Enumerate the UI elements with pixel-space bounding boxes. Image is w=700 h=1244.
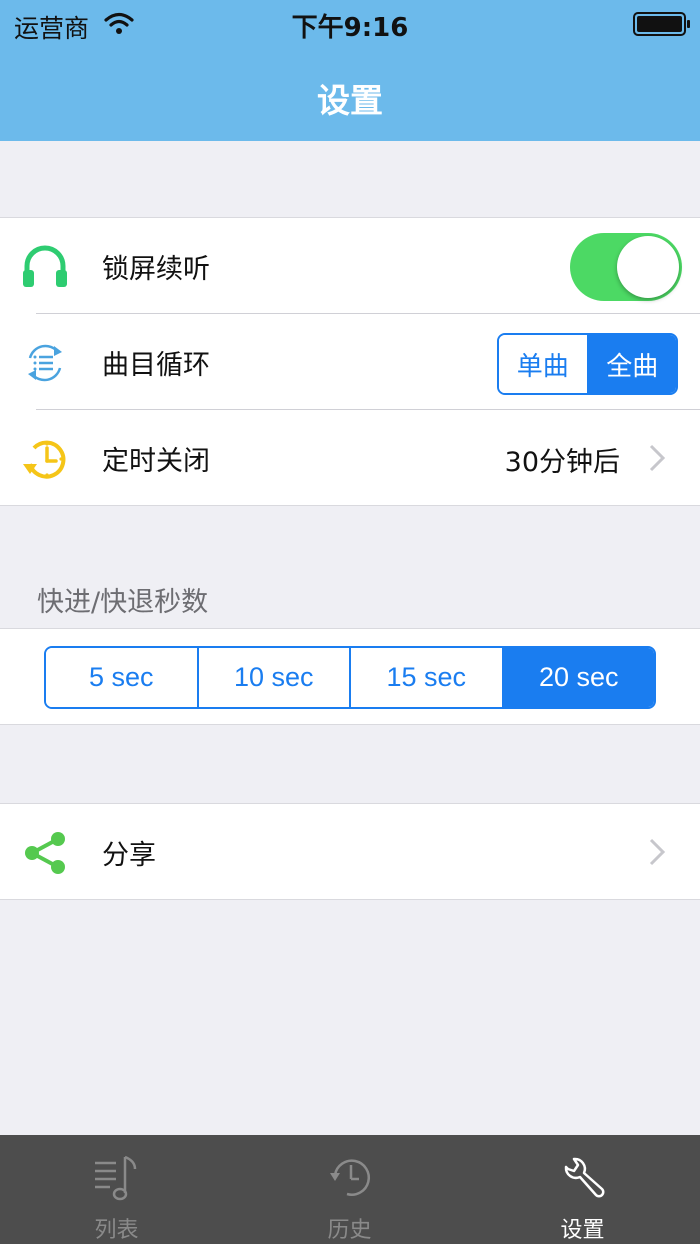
share-label: 分享 bbox=[102, 840, 156, 871]
tab-list[interactable]: 列表 bbox=[0, 1135, 233, 1244]
loop-label: 曲目循环 bbox=[102, 350, 210, 381]
tab-history-label: 历史 bbox=[327, 1218, 372, 1243]
tab-history[interactable]: 历史 bbox=[233, 1135, 466, 1244]
loop-mode-segmented-control: 单曲 全曲 bbox=[497, 333, 678, 395]
battery-icon bbox=[633, 12, 690, 36]
chevron-right-icon bbox=[649, 444, 666, 472]
music-list-icon bbox=[95, 1155, 137, 1201]
tab-bar: 列表 历史 设置 bbox=[0, 1135, 700, 1244]
tab-settings-label: 设置 bbox=[560, 1218, 605, 1243]
seek-group: 5 sec 10 sec 15 sec 20 sec bbox=[0, 628, 700, 725]
seek-10-option[interactable]: 10 sec bbox=[196, 648, 349, 707]
tab-settings[interactable]: 设置 bbox=[466, 1135, 699, 1244]
history-clock-icon bbox=[330, 1159, 371, 1196]
share-group: 分享 bbox=[0, 803, 700, 900]
headphones-icon bbox=[23, 245, 67, 287]
timer-icon bbox=[23, 440, 66, 479]
repeat-icon bbox=[28, 344, 62, 382]
seek-seconds-segmented-control: 5 sec 10 sec 15 sec 20 sec bbox=[44, 646, 656, 709]
loop-single-option[interactable]: 单曲 bbox=[499, 335, 587, 393]
page-title: 设置 bbox=[317, 81, 383, 120]
seek-20-option[interactable]: 20 sec bbox=[501, 648, 654, 707]
chevron-right-icon bbox=[649, 838, 666, 866]
share-row[interactable]: 分享 bbox=[0, 804, 700, 900]
loop-all-option[interactable]: 全曲 bbox=[586, 335, 676, 393]
timer-value: 30分钟后 bbox=[504, 447, 620, 478]
lock-screen-row: 锁屏续听 bbox=[0, 218, 700, 314]
status-bar: 运营商 下午9:16 bbox=[0, 0, 700, 48]
toggle-knob bbox=[617, 236, 679, 298]
status-time: 下午9:16 bbox=[291, 13, 409, 43]
wrench-icon bbox=[564, 1157, 605, 1198]
seek-5-option[interactable]: 5 sec bbox=[46, 648, 197, 707]
lock-screen-toggle[interactable] bbox=[570, 233, 682, 301]
share-icon bbox=[25, 832, 65, 874]
lock-screen-label: 锁屏续听 bbox=[102, 254, 210, 285]
tab-list-label: 列表 bbox=[94, 1218, 139, 1243]
nav-header: 运营商 下午9:16 设置 bbox=[0, 0, 700, 141]
timer-row[interactable]: 定时关闭 30分钟后 bbox=[0, 410, 700, 506]
seek-15-option[interactable]: 15 sec bbox=[349, 648, 502, 707]
settings-group: 锁屏续听 曲目循环 单曲 全曲 定时关闭 30分钟后 bbox=[0, 217, 700, 506]
timer-label: 定时关闭 bbox=[102, 446, 210, 477]
seek-section-title: 快进/快退秒数 bbox=[37, 587, 209, 618]
loop-row: 曲目循环 单曲 全曲 bbox=[0, 314, 700, 410]
